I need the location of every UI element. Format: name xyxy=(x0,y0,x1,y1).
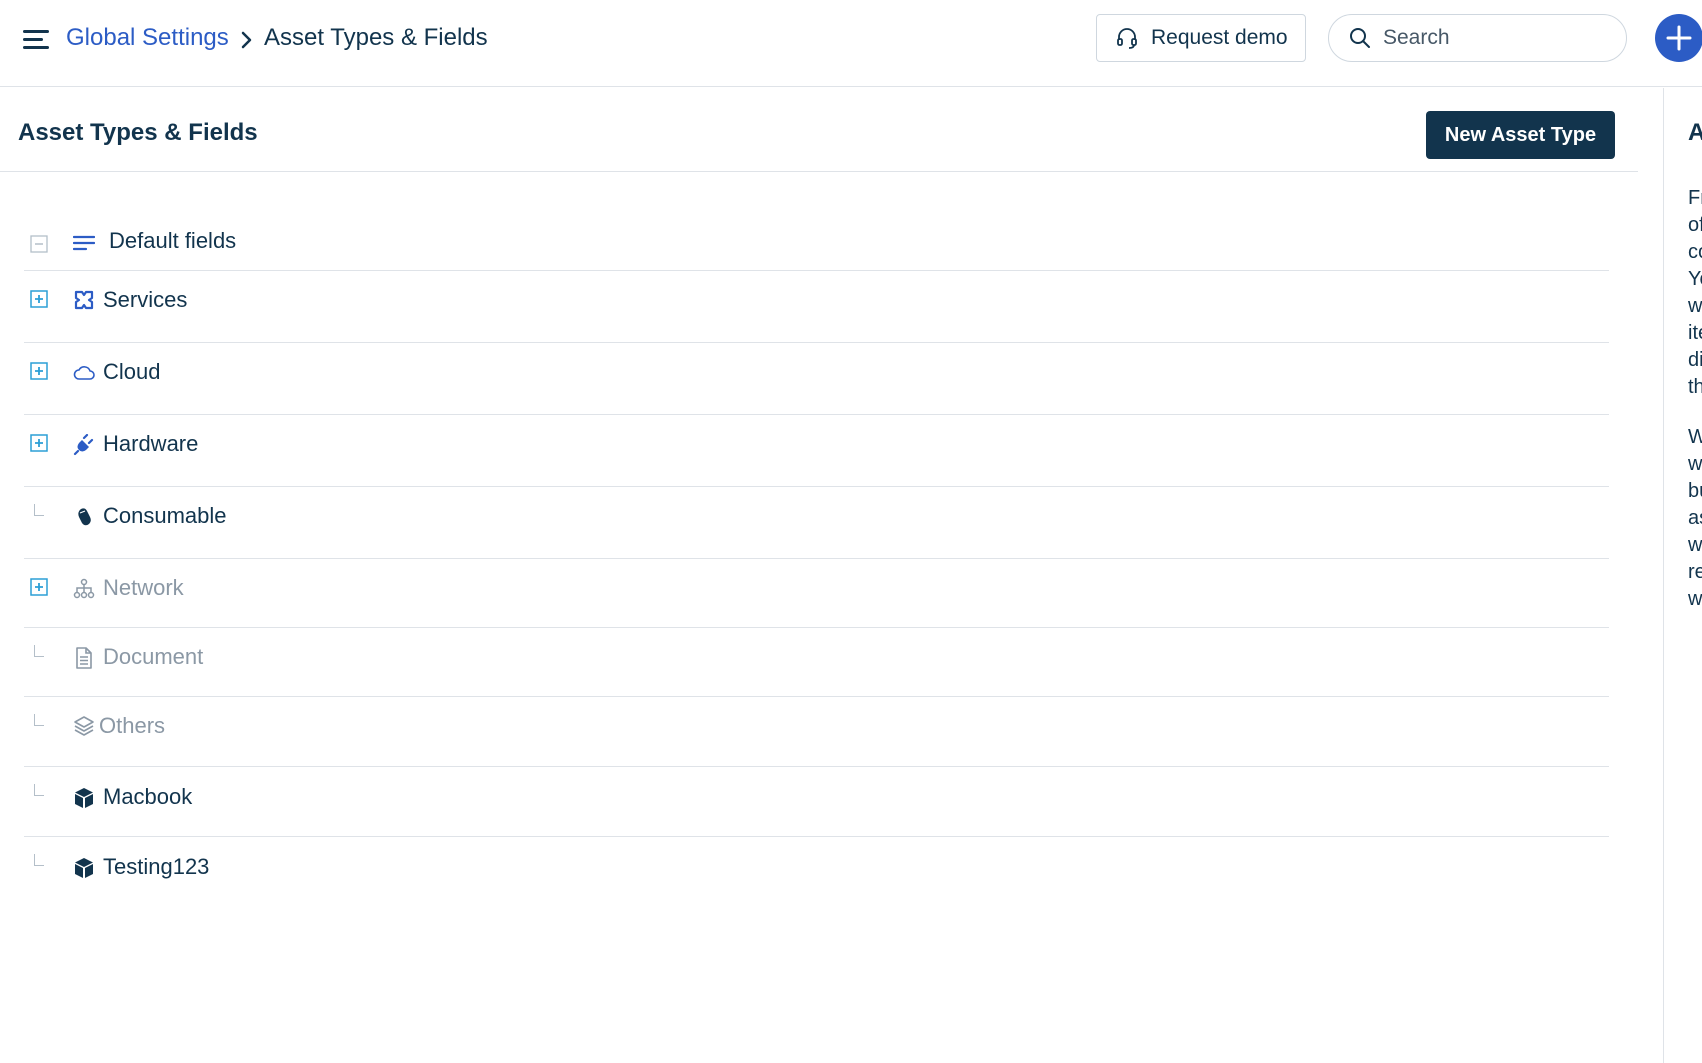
tree-row-document[interactable]: Document xyxy=(24,628,1609,697)
headset-icon xyxy=(1117,28,1137,49)
request-demo-button[interactable]: Request demo xyxy=(1096,14,1306,62)
tree-leaf-connector xyxy=(34,784,44,796)
breadcrumb-global-settings[interactable]: Global Settings xyxy=(66,24,229,52)
tree-label: Others xyxy=(99,713,166,738)
box-icon xyxy=(75,788,93,808)
tree-row-cloud[interactable]: Cloud xyxy=(24,343,1609,415)
chevron-right-icon xyxy=(241,31,252,49)
request-demo-label: Request demo xyxy=(1151,26,1288,49)
help-text-line: as xyxy=(1688,507,1702,529)
help-text-line: di xyxy=(1688,349,1702,371)
tree-row-network[interactable]: Network xyxy=(24,559,1609,628)
expand-toggle-icon[interactable] xyxy=(30,362,48,380)
tree-leaf-connector xyxy=(34,854,44,866)
help-panel-heading: A xyxy=(1688,119,1702,147)
menu-hamburger-icon[interactable] xyxy=(23,28,49,50)
help-text-line: w xyxy=(1688,588,1702,610)
quick-create-button[interactable] xyxy=(1655,14,1702,62)
tree-row-macbook[interactable]: Macbook xyxy=(24,767,1609,837)
tree-label: Document xyxy=(103,644,204,669)
tree-label: Default fields xyxy=(109,228,237,253)
tree-label: Services xyxy=(103,287,188,312)
help-panel: A Fr of co Yo w ite di th W w bu as w re… xyxy=(1663,88,1702,1063)
help-text-line: re xyxy=(1688,561,1702,583)
tree-label: Network xyxy=(103,575,184,600)
help-text-line: co xyxy=(1688,241,1702,263)
tree-leaf-connector xyxy=(34,714,44,726)
tree-row-testing123[interactable]: Testing123 xyxy=(24,837,1609,907)
collapse-toggle-icon[interactable] xyxy=(30,235,48,253)
new-asset-type-button[interactable]: New Asset Type xyxy=(1426,111,1615,159)
help-text-line: of xyxy=(1688,214,1702,236)
lines-icon xyxy=(73,235,95,251)
help-text-line: w xyxy=(1688,295,1702,317)
expand-toggle-icon[interactable] xyxy=(30,434,48,452)
cloud-icon xyxy=(73,366,95,380)
help-text-line: th xyxy=(1688,376,1702,398)
tree-row-services[interactable]: Services xyxy=(24,271,1609,343)
help-text-line: w xyxy=(1688,534,1702,556)
global-search[interactable] xyxy=(1328,14,1627,62)
asset-type-tree: Default fields Services Cloud Hardware C… xyxy=(24,212,1609,907)
tree-label: Hardware xyxy=(103,431,199,456)
tree-leaf-connector xyxy=(34,645,44,657)
services-icon xyxy=(74,290,94,310)
tree-label: Macbook xyxy=(103,784,193,809)
help-text-line: W xyxy=(1688,424,1702,451)
network-icon xyxy=(73,578,95,599)
breadcrumb-current: Asset Types & Fields xyxy=(264,24,488,51)
help-text-line: Yo xyxy=(1688,268,1702,290)
top-header: Global Settings Asset Types & Fields Req… xyxy=(0,0,1702,87)
tree-row-others[interactable]: Others xyxy=(24,697,1609,767)
tree-row-consumable[interactable]: Consumable xyxy=(24,487,1609,559)
tree-row-hardware[interactable]: Hardware xyxy=(24,415,1609,487)
help-text-line: bu xyxy=(1688,480,1702,502)
box-icon xyxy=(75,858,93,878)
tree-label: Consumable xyxy=(103,503,227,528)
divider xyxy=(0,171,1638,172)
main-content: Asset Types & Fields New Asset Type Defa… xyxy=(0,88,1663,1063)
mouse-icon xyxy=(78,508,91,526)
expand-toggle-icon[interactable] xyxy=(30,290,48,308)
document-icon xyxy=(76,647,92,669)
plug-icon xyxy=(73,434,94,456)
tree-row-default-fields[interactable]: Default fields xyxy=(24,212,1609,271)
tree-leaf-connector xyxy=(34,504,44,516)
tree-label: Testing123 xyxy=(103,854,210,879)
help-text-line: ite xyxy=(1688,322,1702,344)
tree-label: Cloud xyxy=(103,359,161,384)
layers-icon xyxy=(74,716,94,736)
search-input[interactable] xyxy=(1383,26,1603,50)
expand-toggle-icon[interactable] xyxy=(30,578,48,596)
help-text-line: w xyxy=(1688,453,1702,475)
help-text-line: Fr xyxy=(1688,187,1702,209)
plus-icon xyxy=(1666,25,1692,51)
search-icon xyxy=(1350,28,1370,48)
page-title: Asset Types & Fields xyxy=(18,119,258,146)
